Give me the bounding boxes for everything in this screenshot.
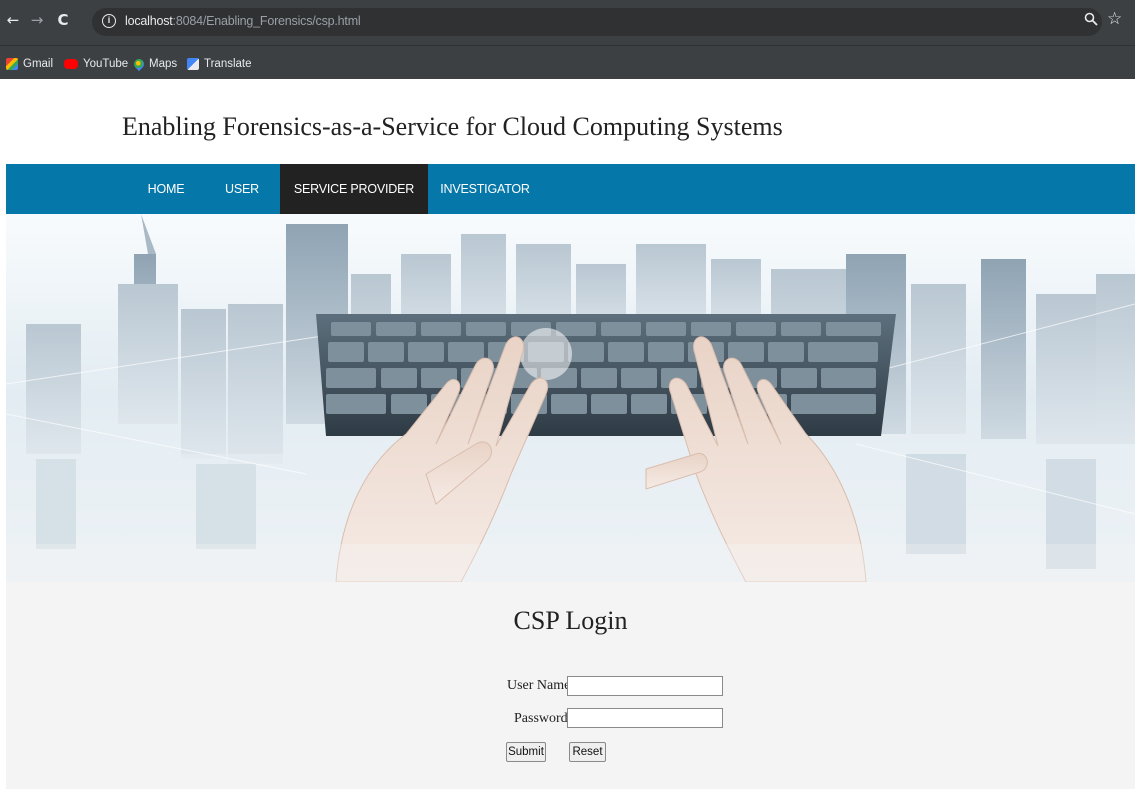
maps-icon [131, 56, 147, 72]
reload-icon[interactable]: C [54, 11, 72, 29]
bookmarks-bar: Gmail YouTube Maps Translate [0, 45, 1135, 79]
city-keyboard-illustration [6, 214, 1135, 582]
bookmark-label: Gmail [23, 58, 54, 70]
address-bar: ← → C i localhost:8084/Enabling_Forensic… [0, 0, 1135, 45]
password-label: Password: [514, 711, 572, 726]
menu-item-home[interactable]: HOME [139, 164, 193, 214]
password-input[interactable] [567, 708, 723, 728]
bookmark-youtube[interactable]: YouTube [64, 56, 128, 72]
forward-arrow-icon[interactable]: → [28, 11, 46, 29]
bookmark-star-icon[interactable]: ☆ [1107, 9, 1122, 29]
bookmark-label: Translate [204, 58, 252, 70]
menu-item-investigator[interactable]: INVESTIGATOR [428, 164, 542, 214]
youtube-icon [64, 59, 78, 69]
login-title: CSP Login [513, 606, 628, 635]
url-host: localhost [125, 14, 173, 28]
gmail-icon [6, 58, 18, 70]
submit-button[interactable]: Submit [506, 742, 546, 762]
menu-item-service-provider[interactable]: SERVICE PROVIDER [280, 164, 428, 214]
menu-item-user[interactable]: USER [206, 164, 278, 214]
bookmark-gmail[interactable]: Gmail [6, 56, 53, 72]
hero-banner-image [6, 214, 1135, 582]
translate-icon [187, 58, 199, 70]
reset-button[interactable]: Reset [569, 742, 606, 762]
url-path: :8084/Enabling_Forensics/csp.html [172, 14, 361, 28]
username-label: User Name: [507, 678, 575, 693]
bookmark-label: YouTube [83, 58, 129, 70]
page-content: Enabling Forensics-as-a-Service for Clou… [0, 79, 1135, 789]
bookmark-maps[interactable]: Maps [131, 56, 178, 72]
bookmark-label: Maps [149, 58, 178, 70]
main-menu: HOME USER SERVICE PROVIDER INVESTIGATOR [6, 164, 1135, 214]
username-input[interactable] [567, 676, 723, 696]
bookmark-translate[interactable]: Translate [187, 56, 252, 72]
site-title: Enabling Forensics-as-a-Service for Clou… [122, 112, 783, 141]
login-section: CSP Login User Name: Password: Submit Re… [6, 582, 1135, 789]
back-arrow-icon[interactable]: ← [4, 11, 22, 29]
zoom-icon[interactable] [1084, 12, 1098, 30]
url-text[interactable]: localhost:8084/Enabling_Forensics/csp.ht… [125, 14, 361, 28]
info-icon[interactable]: i [102, 14, 116, 28]
